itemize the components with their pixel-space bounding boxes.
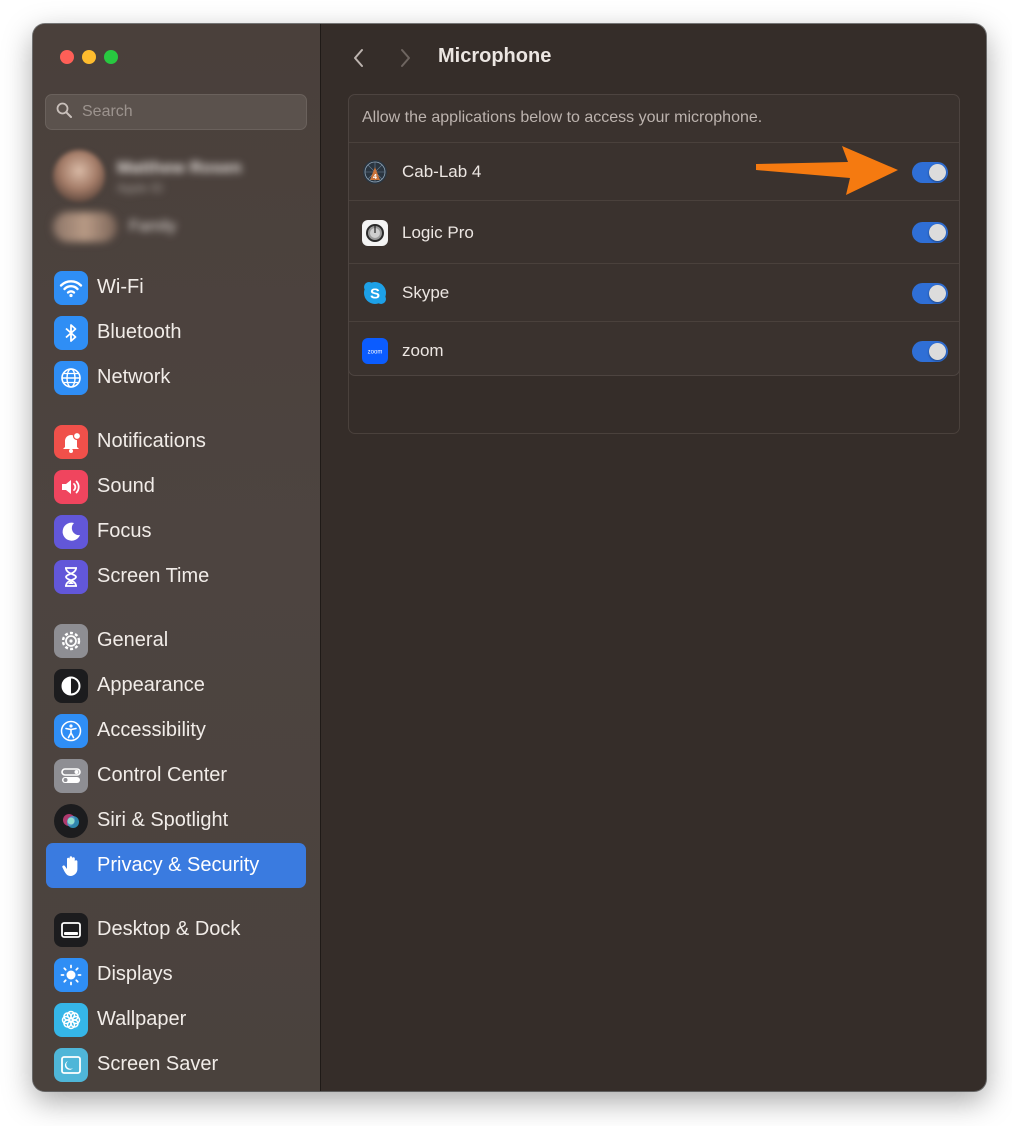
annotation-arrow-icon xyxy=(756,146,898,195)
sidebar-group-connectivity: Wi-Fi Bluetooth Network xyxy=(46,265,306,400)
sidebar-group-system: General Appearance Accessibility Control… xyxy=(46,618,306,888)
cab-lab-4-toggle[interactable] xyxy=(912,161,948,183)
dock-icon xyxy=(54,912,88,947)
sidebar-item-appearance[interactable]: Appearance xyxy=(46,663,306,708)
hand-icon xyxy=(54,848,88,883)
sidebar-item-general[interactable]: General xyxy=(46,618,306,663)
avatar xyxy=(53,150,105,202)
sidebar-item-wifi[interactable]: Wi-Fi xyxy=(46,265,306,310)
sidebar-item-displays[interactable]: Displays xyxy=(46,952,306,997)
sun-icon xyxy=(54,957,88,992)
sidebar-item-notifications[interactable]: Notifications xyxy=(46,419,306,464)
sidebar-item-label: General xyxy=(97,629,169,651)
svg-text:zoom: zoom xyxy=(368,350,383,356)
sidebar-item-screen-time[interactable]: Screen Time xyxy=(46,554,306,599)
app-row-logic-pro: Logic Pro xyxy=(349,200,959,264)
zoom-icon: zoom xyxy=(362,338,388,364)
sidebar-item-label: Network xyxy=(97,366,171,388)
account-subtitle: Apple ID xyxy=(117,180,164,195)
window-controls xyxy=(60,50,118,64)
sidebar-item-label: Appearance xyxy=(97,674,205,696)
skype-toggle[interactable] xyxy=(912,282,948,304)
sidebar-item-desktop-dock[interactable]: Desktop & Dock xyxy=(46,907,306,952)
appearance-icon xyxy=(54,668,88,703)
sidebar-item-focus[interactable]: Focus xyxy=(46,509,306,554)
sidebar-item-label: Focus xyxy=(97,520,152,542)
sidebar-item-label: Screen Saver xyxy=(97,1053,219,1075)
search-input[interactable] xyxy=(80,102,284,122)
panel-description: Allow the applications below to access y… xyxy=(362,109,763,126)
sidebar-item-privacy-security[interactable]: Privacy & Security xyxy=(46,843,306,888)
logic-pro-toggle[interactable] xyxy=(912,222,948,243)
zoom-window-button[interactable] xyxy=(104,50,118,64)
switches-icon xyxy=(54,758,88,793)
svg-text:S: S xyxy=(370,286,380,303)
zoom-toggle[interactable] xyxy=(912,340,948,362)
skype-icon: S xyxy=(362,280,388,306)
bluetooth-icon xyxy=(54,315,88,350)
wifi-icon xyxy=(54,270,88,305)
speaker-icon xyxy=(54,469,88,504)
sidebar-item-control-center[interactable]: Control Center xyxy=(46,753,306,798)
siri-icon xyxy=(54,803,88,838)
sidebar-item-label: Wi-Fi xyxy=(97,276,144,298)
cablab-icon: 4 xyxy=(362,159,388,185)
sidebar-item-screen-saver[interactable]: Screen Saver xyxy=(46,1042,306,1087)
forward-button[interactable] xyxy=(395,46,415,70)
app-name: zoom xyxy=(402,341,444,360)
search-field[interactable] xyxy=(45,94,307,130)
apple-id-account[interactable]: Matthew Rosen Apple ID xyxy=(53,150,242,202)
app-row-zoom: zoom zoom xyxy=(349,321,959,380)
sidebar: Matthew Rosen Apple ID Family Wi-Fi Blue… xyxy=(33,24,321,1091)
sidebar-item-accessibility[interactable]: Accessibility xyxy=(46,708,306,753)
sidebar-item-bluetooth[interactable]: Bluetooth xyxy=(46,310,306,355)
globe-icon xyxy=(54,360,88,395)
chevron-right-icon xyxy=(401,49,410,67)
sidebar-item-label: Bluetooth xyxy=(97,321,182,343)
flower-icon xyxy=(54,1002,88,1037)
back-button[interactable] xyxy=(349,46,369,70)
sidebar-item-siri-spotlight[interactable]: Siri & Spotlight xyxy=(46,798,306,843)
sidebar-item-label: Sound xyxy=(97,475,155,497)
chevron-left-icon xyxy=(354,49,363,67)
sidebar-item-label: Siri & Spotlight xyxy=(97,809,229,831)
svg-text:4: 4 xyxy=(373,174,377,181)
logic-pro-icon xyxy=(362,219,388,246)
sidebar-item-label: Notifications xyxy=(97,430,206,452)
screensaver-icon xyxy=(54,1047,88,1082)
moon-icon xyxy=(54,514,88,549)
bell-icon xyxy=(54,424,88,459)
gear-icon xyxy=(54,623,88,658)
search-icon xyxy=(56,102,72,123)
sidebar-item-wallpaper[interactable]: Wallpaper xyxy=(46,997,306,1042)
page-title: Microphone xyxy=(438,45,552,67)
sidebar-item-sound[interactable]: Sound xyxy=(46,464,306,509)
app-name: Logic Pro xyxy=(402,222,474,242)
sidebar-group-display: Desktop & Dock Displays Wallpaper Screen… xyxy=(46,907,306,1087)
sidebar-item-label: Screen Time xyxy=(97,565,210,587)
family-label: Family xyxy=(129,218,177,235)
sidebar-item-label: Privacy & Security xyxy=(97,854,260,876)
app-name: Skype xyxy=(402,283,450,302)
minimize-window-button[interactable] xyxy=(82,50,96,64)
sidebar-item-label: Displays xyxy=(97,963,173,985)
family-item[interactable]: Family xyxy=(53,212,176,242)
sidebar-item-label: Control Center xyxy=(97,764,228,786)
app-name: Cab-Lab 4 xyxy=(402,162,482,181)
sidebar-item-label: Wallpaper xyxy=(97,1008,187,1030)
sidebar-item-network[interactable]: Network xyxy=(46,355,306,400)
hourglass-icon xyxy=(54,559,88,594)
close-window-button[interactable] xyxy=(60,50,74,64)
app-row-skype: S Skype xyxy=(349,263,959,322)
accessibility-icon xyxy=(54,713,88,748)
account-name: Matthew Rosen xyxy=(117,157,242,177)
sidebar-group-notifications: Notifications Sound Focus Screen Time xyxy=(46,419,306,599)
family-avatars xyxy=(53,212,117,242)
sidebar-item-label: Accessibility xyxy=(97,719,206,741)
sidebar-item-label: Desktop & Dock xyxy=(97,918,241,940)
microphone-apps-panel: Allow the applications below to access y… xyxy=(348,94,960,376)
